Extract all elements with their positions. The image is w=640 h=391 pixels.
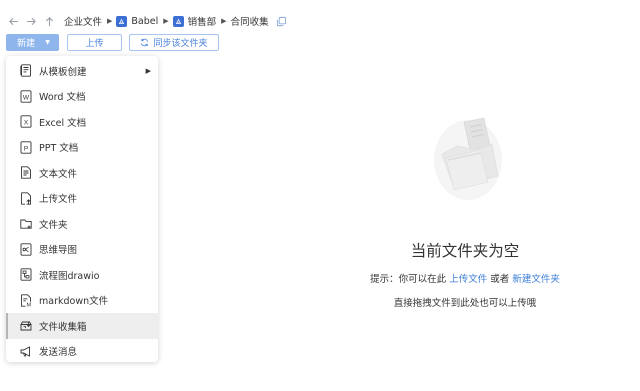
breadcrumb-label: 企业文件: [64, 17, 103, 28]
upload-button[interactable]: 上传: [67, 33, 122, 51]
menu-item-label: 流程图drawio: [39, 270, 100, 282]
ppt-doc-icon: P: [20, 141, 32, 154]
svg-text:P: P: [24, 145, 28, 152]
toolbar: 新建 ▼ 上传 同步该文件夹: [6, 33, 219, 51]
space-icon: [116, 15, 128, 27]
empty-state-drag-hint: 直接拖拽文件到此处也可以上传哦: [393, 298, 537, 309]
up-arrow-icon[interactable]: [42, 14, 56, 28]
empty-state-title: 当前文件夹为空: [410, 242, 520, 260]
menu-item-folder[interactable]: 文件夹: [6, 211, 158, 237]
menu-item-label: 文件夹: [39, 219, 68, 231]
empty-state-tip: 提示：你可以在此 上传文件 或者 新建文件夹: [300, 271, 630, 285]
mindmap-icon: [20, 243, 32, 256]
new-button[interactable]: 新建 ▼: [6, 33, 59, 51]
breadcrumb-label: Babel: [131, 15, 159, 27]
sync-folder-button[interactable]: 同步该文件夹: [129, 33, 219, 51]
menu-item-label: 上传文件: [39, 194, 78, 206]
empty-tip-middle: 或者: [490, 274, 510, 285]
space-icon: [172, 15, 184, 27]
word-doc-icon: W: [20, 90, 32, 103]
menu-item-send-message[interactable]: 发送消息: [6, 339, 158, 365]
menu-item-label: 思维导图: [39, 245, 78, 257]
menu-item-label: 文本文件: [39, 168, 78, 180]
new-button-label: 新建: [17, 38, 36, 49]
svg-text:X: X: [24, 120, 29, 127]
menu-item-label: 发送消息: [39, 347, 78, 359]
collect-box-icon: [20, 319, 32, 332]
template-icon: [20, 64, 32, 77]
back-arrow-icon[interactable]: [6, 14, 20, 28]
breadcrumb-label: 合同收集: [230, 17, 269, 28]
breadcrumb: 企业文件 ▶ Babel ▶ 销售部 ▶ 合同收集: [6, 12, 287, 30]
menu-item-from-template[interactable]: 从模板创建 ▶: [6, 58, 158, 84]
menu-item-ppt-doc[interactable]: P PPT 文档: [6, 135, 158, 161]
menu-item-word-doc[interactable]: W Word 文档: [6, 84, 158, 110]
new-dropdown-menu: 从模板创建 ▶ W Word 文档 X Excel 文档 P PPT 文档 文本…: [6, 56, 158, 362]
menu-item-label: Word 文档: [39, 92, 86, 104]
svg-text:W: W: [23, 94, 30, 101]
menu-item-markdown-file[interactable]: M markdown文件: [6, 288, 158, 314]
breadcrumb-item-enterprise-files[interactable]: 企业文件: [64, 14, 102, 28]
menu-item-mindmap[interactable]: 思维导图: [6, 237, 158, 263]
menu-item-text-file[interactable]: 文本文件: [6, 160, 158, 186]
folder-icon: [20, 217, 32, 230]
sync-folder-label: 同步该文件夹: [153, 38, 208, 49]
empty-tip-prefix: 提示：你可以在此: [370, 274, 447, 285]
flowchart-icon: [20, 268, 32, 281]
upload-file-icon: [20, 192, 32, 205]
menu-item-label: 从模板创建: [39, 66, 87, 78]
new-folder-link[interactable]: 新建文件夹: [512, 274, 560, 285]
menu-item-label: markdown文件: [39, 296, 109, 308]
chevron-right-icon: ▶: [221, 17, 227, 25]
upload-button-label: 上传: [85, 38, 104, 49]
chevron-right-icon: ▶: [107, 17, 113, 25]
menu-item-file-collection-box[interactable]: 文件收集箱: [6, 313, 158, 339]
sync-icon: [141, 38, 149, 46]
markdown-icon: M: [20, 294, 32, 307]
menu-item-label: 文件收集箱: [39, 321, 87, 333]
breadcrumb-item-contract-collection: 合同收集: [231, 14, 269, 28]
copy-icon[interactable]: [276, 16, 287, 27]
file-manager-page: 企业文件 ▶ Babel ▶ 销售部 ▶ 合同收集 新建 ▼ 上传 同步该文件夹…: [0, 0, 640, 391]
submenu-arrow-icon: ▶: [145, 66, 151, 75]
megaphone-icon: [20, 345, 32, 358]
forward-arrow-icon[interactable]: [24, 14, 38, 28]
menu-item-upload-file[interactable]: 上传文件: [6, 186, 158, 212]
breadcrumb-label: 销售部: [187, 17, 217, 28]
menu-item-label: PPT 文档: [39, 143, 79, 155]
text-file-icon: [20, 166, 32, 179]
upload-file-link[interactable]: 上传文件: [449, 274, 487, 285]
breadcrumb-item-babel[interactable]: Babel: [116, 15, 159, 27]
menu-item-excel-doc[interactable]: X Excel 文档: [6, 109, 158, 135]
empty-folder-illustration: [434, 117, 502, 200]
svg-text:M: M: [27, 302, 32, 306]
menu-item-label: Excel 文档: [39, 117, 87, 129]
chevron-right-icon: ▶: [163, 17, 169, 25]
excel-doc-icon: X: [20, 115, 32, 128]
menu-item-flowchart-drawio[interactable]: 流程图drawio: [6, 262, 158, 288]
breadcrumb-item-sales[interactable]: 销售部: [172, 14, 217, 28]
caret-down-icon: ▼: [45, 38, 50, 46]
